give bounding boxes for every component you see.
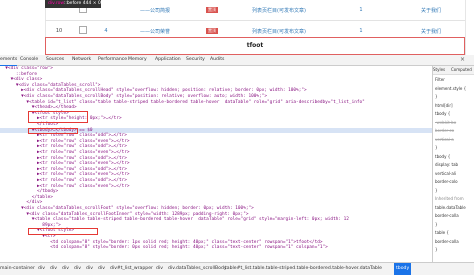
table-row[interactable]: ——公司简报 置顶 列表页栏目(可发布文章) 1 关于我们 bbox=[45, 0, 465, 21]
style-rule-line: element.style { bbox=[435, 85, 467, 91]
style-rule-line: } bbox=[435, 187, 438, 193]
element-tooltip: div.row::before 444 × 0 bbox=[45, 0, 101, 8]
row-type-link[interactable]: 列表页栏目(可发布文章) bbox=[233, 0, 325, 21]
breadcrumb-item[interactable]: table#t_list.table.table-striped.table-b… bbox=[225, 263, 382, 275]
style-rule-line: } bbox=[435, 94, 438, 99]
devtools-tab[interactable]: Console bbox=[20, 55, 38, 65]
tfoot-label: tfoot bbox=[246, 42, 264, 49]
checkbox-icon[interactable] bbox=[79, 26, 87, 34]
breadcrumb-item[interactable]: div.dataTables_scrollBody bbox=[168, 263, 227, 275]
tooltip-tag: div.row bbox=[48, 1, 64, 6]
breadcrumb-item[interactable]: div bbox=[74, 263, 81, 275]
styles-tab[interactable]: Computed bbox=[451, 66, 474, 75]
breadcrumb-item[interactable]: main-container bbox=[0, 263, 35, 275]
breadcrumb-item[interactable]: div bbox=[156, 263, 163, 275]
devtools-tab[interactable]: Application bbox=[155, 55, 181, 65]
pin-badge: 置顶 bbox=[206, 28, 218, 34]
breadcrumb-item[interactable]: div bbox=[86, 263, 93, 275]
devtools-tab[interactable]: Sources bbox=[46, 55, 64, 65]
dom-node-line[interactable]: <td colspan="8" style="border: 0px solid… bbox=[0, 245, 432, 251]
style-rule-line: html[dir] bbox=[435, 102, 453, 108]
style-rule-line: vertical-a bbox=[435, 136, 454, 142]
breadcrumb-item[interactable]: div bbox=[38, 263, 45, 275]
devtools-tabbar: ements Console Sources Network Performance Me… bbox=[0, 55, 474, 66]
tooltip-suffix: ::before bbox=[63, 1, 82, 6]
row-about-link[interactable]: 关于我们 bbox=[397, 0, 465, 21]
tfoot-highlight bbox=[28, 110, 88, 123]
style-rule-line: border-colla bbox=[435, 213, 459, 218]
devtools-tab[interactable]: ements bbox=[0, 55, 18, 66]
style-rule-line: tbody { bbox=[435, 153, 451, 159]
row-count-link[interactable]: 1 bbox=[325, 0, 397, 21]
style-rule-line: border-colo bbox=[435, 179, 458, 184]
devtools-tab[interactable]: Memory bbox=[128, 55, 147, 65]
row-name-link[interactable]: ——公司简报 bbox=[119, 0, 191, 21]
tfoot-cell: tfoot bbox=[45, 37, 465, 55]
row-badge-cell: 置顶 bbox=[191, 0, 233, 21]
breadcrumb-item[interactable]: div bbox=[98, 263, 105, 275]
preview-border-right bbox=[465, 0, 466, 55]
breadcrumb: main-container div div div div div div div#t_li… bbox=[0, 262, 474, 275]
style-rule-line: } bbox=[435, 145, 438, 150]
devtools-tab[interactable]: Audits bbox=[210, 55, 224, 65]
style-rule-line: -webkit-bo bbox=[435, 119, 457, 125]
style-rule-line: table.dataTable bbox=[435, 204, 466, 210]
breadcrumb-item[interactable]: div#t_list_wrapper bbox=[110, 263, 153, 275]
tfoot-style-highlight bbox=[28, 228, 98, 235]
style-rule-line: } bbox=[435, 221, 438, 227]
styles-tab[interactable]: Styles bbox=[433, 66, 451, 75]
breadcrumb-item[interactable]: div bbox=[62, 263, 69, 275]
elements-tree: ▼<div class="row"> ::before ▼<div class>… bbox=[0, 66, 432, 262]
style-rule-line: display: tab bbox=[435, 162, 459, 167]
close-icon[interactable]: × bbox=[460, 55, 465, 65]
pin-badge: 置顶 bbox=[206, 7, 218, 13]
style-rule-line: border-co bbox=[435, 128, 455, 133]
devtools-tab[interactable]: Security bbox=[186, 55, 205, 65]
data-table: ——公司简报 置顶 列表页栏目(可发布文章) 1 关于我们 10 4 ——公司荣… bbox=[45, 0, 465, 42]
breadcrumb-item[interactable]: tbody bbox=[394, 263, 412, 275]
style-rule-line: table { bbox=[435, 230, 449, 235]
style-rule-line: Inherited from bbox=[435, 196, 464, 201]
devtools-tab[interactable]: Network bbox=[72, 55, 91, 65]
tooltip-size: 444 × 0 bbox=[82, 1, 101, 6]
styles-pane: Styles Computed Filter element.style {} html… bbox=[432, 66, 474, 262]
style-rule-line: border-colla bbox=[435, 238, 459, 244]
breadcrumb-item[interactable]: div bbox=[50, 263, 57, 275]
styles-filter[interactable]: Filter bbox=[435, 77, 474, 83]
page-preview: ——公司简报 置顶 列表页栏目(可发布文章) 1 关于我们 10 4 ——公司荣… bbox=[0, 0, 474, 56]
style-rule-line: tbody { bbox=[435, 111, 451, 116]
tbody-highlight bbox=[28, 127, 78, 135]
devtools-panel: ements Console Sources Network Performance Me… bbox=[0, 55, 474, 275]
style-rule-line: vertical-ali bbox=[435, 170, 457, 176]
style-rule-line: } bbox=[435, 247, 438, 252]
devtools-tab[interactable]: Performance bbox=[98, 55, 127, 65]
